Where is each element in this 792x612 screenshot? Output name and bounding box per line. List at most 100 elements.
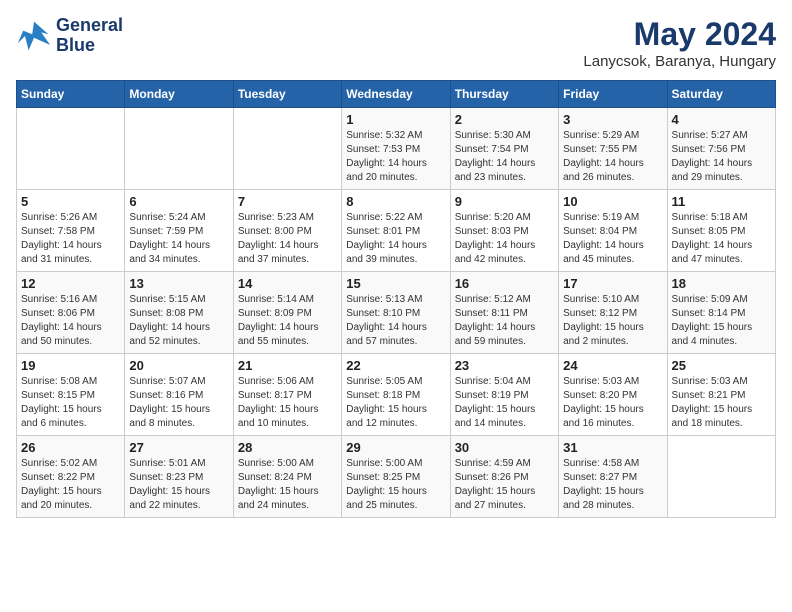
weekday-header-saturday: Saturday [667,81,775,108]
calendar-cell: 17 Sunrise: 5:10 AM Sunset: 8:12 PM Dayli… [559,272,667,354]
day-number: 26 [21,440,120,455]
title-block: May 2024 Lanycsok, Baranya, Hungary [583,16,776,70]
day-number: 24 [563,358,662,373]
calendar-cell: 10 Sunrise: 5:19 AM Sunset: 8:04 PM Dayli… [559,190,667,272]
calendar-cell: 9Sunrise: 5:20 AM Sunset: 8:03 PM Daylig… [450,190,558,272]
day-info: Sunrise: 5:23 AM Sunset: 8:00 PM Dayligh… [238,211,337,267]
calendar-cell: 12 Sunrise: 5:16 AM Sunset: 8:06 PM Dayli… [17,272,125,354]
day-number: 25 [672,358,771,373]
calendar-cell [233,108,341,190]
day-info: Sunrise: 5:13 AM Sunset: 8:10 PM Dayligh… [346,293,445,349]
day-number: 17 [563,276,662,291]
calendar-cell: 16Sunrise: 5:12 AM Sunset: 8:11 PM Dayli… [450,272,558,354]
month-title: May 2024 [583,16,776,53]
logo-text: General Blue [56,16,123,56]
weekday-header-thursday: Thursday [450,81,558,108]
day-info: Sunrise: 5:08 AM Sunset: 8:15 PM Dayligh… [21,375,120,431]
day-number: 22 [346,358,445,373]
calendar-cell: 23 Sunrise: 5:04 AM Sunset: 8:19 PM Dayli… [450,354,558,436]
day-number: 23 [455,358,554,373]
day-info: Sunrise: 5:10 AM Sunset: 8:12 PM Dayligh… [563,293,662,349]
day-number: 27 [129,440,228,455]
calendar-cell: 22 Sunrise: 5:05 AM Sunset: 8:18 PM Dayli… [342,354,450,436]
weekday-header-sunday: Sunday [17,81,125,108]
day-info: Sunrise: 5:18 AM Sunset: 8:05 PM Dayligh… [672,211,771,267]
calendar-cell: 21 Sunrise: 5:06 AM Sunset: 8:17 PM Dayli… [233,354,341,436]
calendar-cell: 26 Sunrise: 5:02 AM Sunset: 8:22 PM Dayli… [17,436,125,518]
calendar-cell [667,436,775,518]
week-row-5: 26 Sunrise: 5:02 AM Sunset: 8:22 PM Dayli… [17,436,776,518]
calendar-cell: 13 Sunrise: 5:15 AM Sunset: 8:08 PM Dayli… [125,272,233,354]
calendar-cell: 15Sunrise: 5:13 AM Sunset: 8:10 PM Dayli… [342,272,450,354]
calendar-cell: 18 Sunrise: 5:09 AM Sunset: 8:14 PM Dayli… [667,272,775,354]
day-number: 28 [238,440,337,455]
calendar-cell: 30 Sunrise: 4:59 AM Sunset: 8:26 PM Dayli… [450,436,558,518]
day-info: Sunrise: 5:00 AM Sunset: 8:25 PM Dayligh… [346,457,445,513]
calendar-cell: 8 Sunrise: 5:22 AM Sunset: 8:01 PM Daylig… [342,190,450,272]
weekday-header-row: SundayMondayTuesdayWednesdayThursdayFrid… [17,81,776,108]
calendar-cell: 5Sunrise: 5:26 AM Sunset: 7:58 PM Daylig… [17,190,125,272]
day-number: 12 [21,276,120,291]
day-info: Sunrise: 4:58 AM Sunset: 8:27 PM Dayligh… [563,457,662,513]
day-number: 31 [563,440,662,455]
calendar-cell: 7Sunrise: 5:23 AM Sunset: 8:00 PM Daylig… [233,190,341,272]
day-number: 18 [672,276,771,291]
day-number: 16 [455,276,554,291]
day-info: Sunrise: 5:07 AM Sunset: 8:16 PM Dayligh… [129,375,228,431]
week-row-2: 5Sunrise: 5:26 AM Sunset: 7:58 PM Daylig… [17,190,776,272]
calendar-cell: 27 Sunrise: 5:01 AM Sunset: 8:23 PM Dayli… [125,436,233,518]
day-info: Sunrise: 4:59 AM Sunset: 8:26 PM Dayligh… [455,457,554,513]
calendar-cell: 28 Sunrise: 5:00 AM Sunset: 8:24 PM Dayli… [233,436,341,518]
week-row-4: 19 Sunrise: 5:08 AM Sunset: 8:15 PM Dayli… [17,354,776,436]
day-info: Sunrise: 5:01 AM Sunset: 8:23 PM Dayligh… [129,457,228,513]
day-info: Sunrise: 5:19 AM Sunset: 8:04 PM Dayligh… [563,211,662,267]
day-info: Sunrise: 5:02 AM Sunset: 8:22 PM Dayligh… [21,457,120,513]
page-header: General Blue May 2024 Lanycsok, Baranya,… [16,16,776,70]
calendar-cell [17,108,125,190]
weekday-header-wednesday: Wednesday [342,81,450,108]
weekday-header-monday: Monday [125,81,233,108]
day-number: 6 [129,194,228,209]
day-info: Sunrise: 5:05 AM Sunset: 8:18 PM Dayligh… [346,375,445,431]
calendar-cell: 25Sunrise: 5:03 AM Sunset: 8:21 PM Dayli… [667,354,775,436]
calendar-table: SundayMondayTuesdayWednesdayThursdayFrid… [16,80,776,518]
day-info: Sunrise: 5:22 AM Sunset: 8:01 PM Dayligh… [346,211,445,267]
day-info: Sunrise: 5:00 AM Sunset: 8:24 PM Dayligh… [238,457,337,513]
calendar-cell [125,108,233,190]
day-info: Sunrise: 5:29 AM Sunset: 7:55 PM Dayligh… [563,129,662,185]
day-number: 1 [346,112,445,127]
logo-icon [16,18,52,54]
day-info: Sunrise: 5:09 AM Sunset: 8:14 PM Dayligh… [672,293,771,349]
day-info: Sunrise: 5:15 AM Sunset: 8:08 PM Dayligh… [129,293,228,349]
day-number: 13 [129,276,228,291]
day-number: 21 [238,358,337,373]
day-info: Sunrise: 5:04 AM Sunset: 8:19 PM Dayligh… [455,375,554,431]
day-number: 29 [346,440,445,455]
day-number: 19 [21,358,120,373]
day-info: Sunrise: 5:03 AM Sunset: 8:20 PM Dayligh… [563,375,662,431]
weekday-header-friday: Friday [559,81,667,108]
calendar-cell: 4 Sunrise: 5:27 AM Sunset: 7:56 PM Daylig… [667,108,775,190]
day-info: Sunrise: 5:06 AM Sunset: 8:17 PM Dayligh… [238,375,337,431]
weekday-header-tuesday: Tuesday [233,81,341,108]
day-number: 30 [455,440,554,455]
calendar-cell: 24 Sunrise: 5:03 AM Sunset: 8:20 PM Dayli… [559,354,667,436]
day-number: 11 [672,194,771,209]
calendar-cell: 11 Sunrise: 5:18 AM Sunset: 8:05 PM Dayli… [667,190,775,272]
day-info: Sunrise: 5:32 AM Sunset: 7:53 PM Dayligh… [346,129,445,185]
day-number: 5 [21,194,120,209]
calendar-cell: 29 Sunrise: 5:00 AM Sunset: 8:25 PM Dayli… [342,436,450,518]
day-number: 8 [346,194,445,209]
calendar-cell: 6Sunrise: 5:24 AM Sunset: 7:59 PM Daylig… [125,190,233,272]
day-number: 4 [672,112,771,127]
day-number: 9 [455,194,554,209]
day-number: 3 [563,112,662,127]
location-title: Lanycsok, Baranya, Hungary [583,53,776,70]
day-info: Sunrise: 5:30 AM Sunset: 7:54 PM Dayligh… [455,129,554,185]
calendar-cell: 1 Sunrise: 5:32 AM Sunset: 7:53 PM Daylig… [342,108,450,190]
day-info: Sunrise: 5:27 AM Sunset: 7:56 PM Dayligh… [672,129,771,185]
calendar-cell: 3 Sunrise: 5:29 AM Sunset: 7:55 PM Daylig… [559,108,667,190]
day-info: Sunrise: 5:16 AM Sunset: 8:06 PM Dayligh… [21,293,120,349]
day-number: 10 [563,194,662,209]
day-number: 20 [129,358,228,373]
